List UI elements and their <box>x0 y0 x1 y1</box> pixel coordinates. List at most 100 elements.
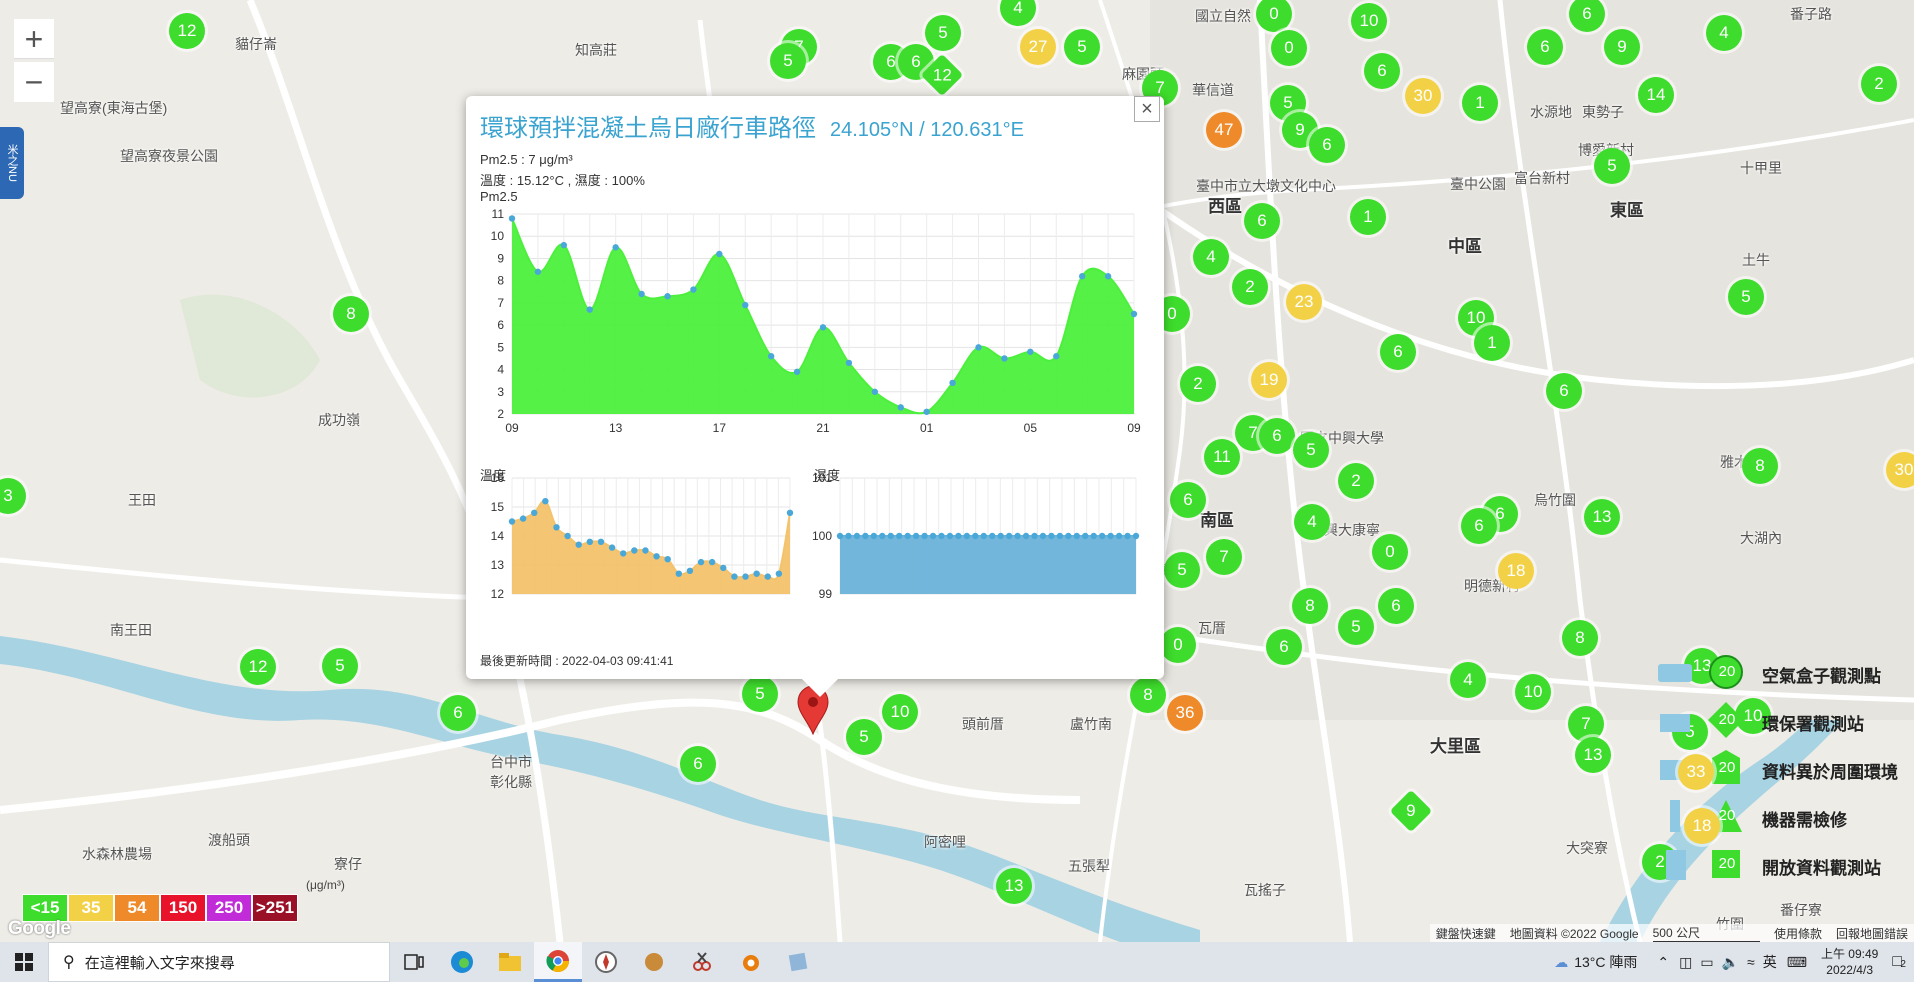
volume-icon[interactable]: 🔈 <box>1722 954 1739 971</box>
sensor-marker[interactable]: 23 <box>1286 284 1322 320</box>
terms-link[interactable]: 使用條款 <box>1774 925 1822 942</box>
sensor-marker[interactable]: 27 <box>1020 29 1056 65</box>
start-button[interactable] <box>0 942 48 982</box>
compass-app-icon[interactable] <box>582 942 630 982</box>
sensor-marker[interactable]: 0 <box>1372 534 1408 570</box>
file-explorer-icon[interactable] <box>486 942 534 982</box>
sensor-marker[interactable]: 2 <box>1180 366 1216 402</box>
sensor-marker[interactable]: 19 <box>1251 362 1287 398</box>
sensor-marker[interactable]: 18 <box>1498 553 1534 589</box>
side-panel-tab[interactable]: 米之NU <box>0 127 24 199</box>
sensor-marker-value: 7 <box>1248 423 1258 442</box>
sensor-marker[interactable]: 6 <box>680 746 716 782</box>
weather-icon[interactable]: ☁ <box>1554 954 1568 971</box>
sensor-marker[interactable]: 8 <box>1130 677 1166 713</box>
sensor-marker[interactable]: 4 <box>1193 239 1229 275</box>
sensor-marker[interactable]: 6 <box>1378 588 1414 624</box>
sensor-marker[interactable]: 0 <box>1271 30 1307 66</box>
sensor-marker[interactable]: 33 <box>1678 754 1714 790</box>
sensor-marker[interactable]: 1 <box>1350 199 1386 235</box>
sensor-marker[interactable]: 9 <box>1604 29 1640 65</box>
sensor-marker[interactable]: 18 <box>1684 808 1720 844</box>
clock[interactable]: 上午 09:49 2022/4/3 <box>1821 946 1878 978</box>
network-icon[interactable]: ◫ <box>1679 954 1692 971</box>
sensor-marker[interactable]: 10 <box>1515 674 1551 710</box>
sensor-marker[interactable]: 8 <box>1742 448 1778 484</box>
sensor-marker[interactable]: 5 <box>1594 148 1630 184</box>
sensor-marker[interactable]: 36 <box>1167 695 1203 731</box>
app-icon-notes[interactable] <box>774 942 822 982</box>
sensor-marker[interactable]: 2 <box>1861 66 1897 102</box>
battery-icon[interactable]: ▭ <box>1700 954 1713 971</box>
sensor-marker[interactable]: 47 <box>1206 112 1242 148</box>
weather-text[interactable]: 13°C 陣雨 <box>1574 952 1637 972</box>
sensor-marker[interactable]: 2 <box>1232 269 1268 305</box>
sensor-marker[interactable]: 14 <box>1638 77 1674 113</box>
sensor-marker[interactable]: 6 <box>1364 53 1400 89</box>
keyboard-shortcuts-link[interactable]: 鍵盤快速鍵 <box>1436 925 1496 942</box>
sensor-marker[interactable]: 5 <box>925 15 961 51</box>
report-error-link[interactable]: 回報地圖錯誤 <box>1836 925 1908 942</box>
sensor-marker[interactable]: 5 <box>846 719 882 755</box>
taskbar-search-box[interactable]: ⚲ 在這裡輸入文字來搜尋 <box>48 942 390 982</box>
sensor-marker[interactable]: 6 <box>440 695 476 731</box>
app-icon-squirrel[interactable] <box>630 942 678 982</box>
wifi-icon[interactable]: ≈ <box>1747 954 1755 970</box>
app-icon-scissors[interactable] <box>678 942 726 982</box>
sensor-marker[interactable]: 4 <box>1450 662 1486 698</box>
sensor-marker[interactable]: 13 <box>1584 499 1620 535</box>
sensor-marker[interactable]: 5 <box>770 43 806 79</box>
sensor-marker[interactable]: 6 <box>1266 629 1302 665</box>
chevron-up-icon[interactable]: ⌃ <box>1657 954 1669 971</box>
sensor-marker[interactable]: 12 <box>169 13 205 49</box>
sensor-marker[interactable]: 11 <box>1204 439 1240 475</box>
sensor-marker[interactable]: 8 <box>1292 588 1328 624</box>
chrome-icon[interactable] <box>534 942 582 982</box>
zoom-out-button[interactable]: − <box>14 62 54 102</box>
sensor-marker[interactable]: 4 <box>1294 504 1330 540</box>
sensor-marker[interactable]: 13 <box>996 868 1032 904</box>
sensor-marker[interactable]: 6 <box>1461 508 1497 544</box>
keyboard-icon[interactable]: ⌨ <box>1787 954 1807 971</box>
scale-bar[interactable]: 500 公尺 <box>1652 924 1760 942</box>
legend-sample-value: 20 <box>1718 663 1736 680</box>
sensor-marker[interactable]: 8 <box>333 296 369 332</box>
sensor-marker[interactable]: 12 <box>240 649 276 685</box>
zoom-in-button[interactable]: + <box>14 19 54 59</box>
sensor-marker[interactable]: 8 <box>1562 620 1598 656</box>
sensor-marker[interactable]: 6 <box>1546 373 1582 409</box>
task-view-icon[interactable] <box>390 942 438 982</box>
sensor-marker[interactable]: 6 <box>1244 203 1280 239</box>
sensor-marker[interactable]: 5 <box>1728 279 1764 315</box>
sensor-marker[interactable]: 0 <box>1160 627 1196 663</box>
sensor-marker[interactable]: 30 <box>1405 78 1441 114</box>
notification-icon[interactable]: □ 2 <box>1892 953 1906 971</box>
sensor-marker[interactable]: 2 <box>1338 463 1374 499</box>
sensor-marker[interactable]: 5 <box>1338 609 1374 645</box>
sensor-marker[interactable]: 5 <box>742 676 778 712</box>
sensor-marker[interactable]: 4 <box>1706 15 1742 51</box>
sensor-marker[interactable]: 10 <box>1351 3 1387 39</box>
sensor-marker[interactable]: 6 <box>1170 482 1206 518</box>
sensor-marker[interactable]: 7 <box>1568 706 1604 742</box>
sensor-marker[interactable]: 7 <box>1206 539 1242 575</box>
edge-icon[interactable] <box>438 942 486 982</box>
sensor-marker[interactable]: 1 <box>1474 325 1510 361</box>
sensor-marker[interactable]: 13 <box>1575 737 1611 773</box>
sensor-marker[interactable]: 6 <box>1380 334 1416 370</box>
sensor-marker[interactable]: 1 <box>1462 85 1498 121</box>
sensor-marker[interactable]: 6 <box>1309 127 1345 163</box>
sensor-marker[interactable]: 5 <box>322 648 358 684</box>
sensor-marker[interactable]: 6 <box>1527 29 1563 65</box>
sensor-marker[interactable]: 6 <box>1259 418 1295 454</box>
close-button[interactable]: × <box>1134 96 1160 122</box>
sensor-marker[interactable]: 5 <box>1164 552 1200 588</box>
sensor-marker-value: 6 <box>1582 4 1592 23</box>
sensor-marker[interactable]: 30 <box>1886 452 1914 488</box>
sensor-marker[interactable]: 10 <box>882 694 918 730</box>
sensor-marker[interactable]: 5 <box>1064 29 1100 65</box>
map-area[interactable]: 貓仔崙 知高莊 國立自然 番子路 望高寮(東海古堡) 望高寮夜景公園 麻園頭 華信道 水源地 東勢… <box>0 0 1914 942</box>
ime-indicator[interactable]: 英 <box>1763 952 1777 972</box>
app-icon-blender[interactable] <box>726 942 774 982</box>
sensor-marker[interactable]: 5 <box>1293 432 1329 468</box>
